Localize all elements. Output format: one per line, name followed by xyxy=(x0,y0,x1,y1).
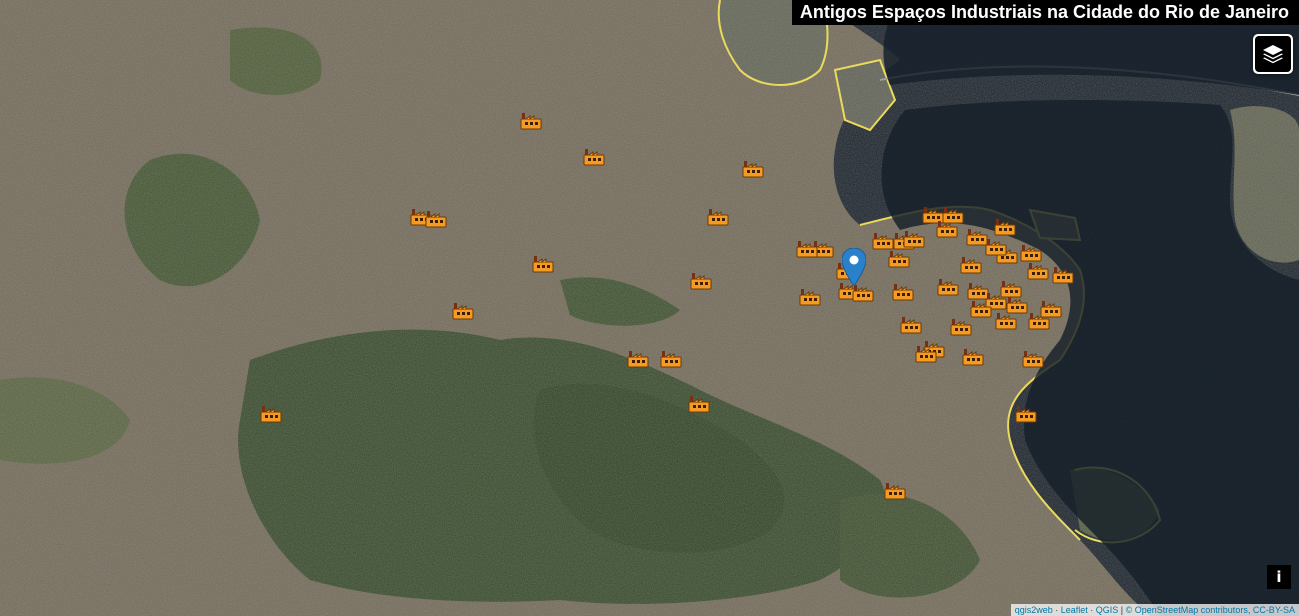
map-title: Antigos Espaços Industriais na Cidade do… xyxy=(791,0,1299,25)
factory-icon[interactable] xyxy=(583,148,605,166)
factory-icon[interactable] xyxy=(852,284,874,302)
satellite-basemap xyxy=(0,0,1299,616)
factory-icon[interactable] xyxy=(627,350,649,368)
factory-icon[interactable] xyxy=(985,238,1007,256)
factory-icon[interactable] xyxy=(1006,296,1028,314)
factory-icon[interactable] xyxy=(742,160,764,178)
map-pin-icon[interactable] xyxy=(841,247,867,287)
factory-icon[interactable] xyxy=(425,210,447,228)
qgis-link[interactable]: QGIS xyxy=(1096,605,1119,615)
factory-icon[interactable] xyxy=(260,405,282,423)
info-button[interactable]: i xyxy=(1267,565,1291,589)
layers-icon xyxy=(1263,45,1283,64)
factory-icon[interactable] xyxy=(452,302,474,320)
osm-link[interactable]: © OpenStreetMap contributors, CC-BY-SA xyxy=(1126,605,1295,615)
factory-icon[interactable] xyxy=(520,112,542,130)
factory-icon[interactable] xyxy=(872,232,894,250)
factory-icon[interactable] xyxy=(1022,350,1044,368)
attribution-sep: | xyxy=(1118,605,1126,615)
factory-icon[interactable] xyxy=(1015,405,1037,423)
factory-icon[interactable] xyxy=(707,208,729,226)
factory-icon[interactable] xyxy=(900,316,922,334)
factory-icon[interactable] xyxy=(970,300,992,318)
factory-icon[interactable] xyxy=(915,345,937,363)
factory-icon[interactable] xyxy=(884,482,906,500)
factory-icon[interactable] xyxy=(799,288,821,306)
qgis2web-link[interactable]: qgis2web xyxy=(1015,605,1053,615)
factory-icon[interactable] xyxy=(937,278,959,296)
factory-icon[interactable] xyxy=(1020,244,1042,262)
factory-icon[interactable] xyxy=(994,218,1016,236)
attribution-bar: qgis2web · Leaflet · QGIS | © OpenStreet… xyxy=(1010,604,1299,616)
factory-icon[interactable] xyxy=(903,230,925,248)
map-view[interactable] xyxy=(0,0,1299,616)
factory-icon[interactable] xyxy=(796,240,818,258)
attribution-sep: · xyxy=(1052,605,1061,615)
factory-icon[interactable] xyxy=(1040,300,1062,318)
factory-icon[interactable] xyxy=(1052,266,1074,284)
factory-icon[interactable] xyxy=(688,395,710,413)
factory-icon[interactable] xyxy=(660,350,682,368)
factory-icon[interactable] xyxy=(936,220,958,238)
attribution-sep: · xyxy=(1087,605,1096,615)
factory-icon[interactable] xyxy=(1027,262,1049,280)
leaflet-link[interactable]: Leaflet xyxy=(1061,605,1088,615)
factory-icon[interactable] xyxy=(690,272,712,290)
factory-icon[interactable] xyxy=(960,256,982,274)
factory-icon[interactable] xyxy=(532,255,554,273)
factory-icon[interactable] xyxy=(962,348,984,366)
factory-icon[interactable] xyxy=(995,312,1017,330)
factory-icon[interactable] xyxy=(888,250,910,268)
factory-icon[interactable] xyxy=(950,318,972,336)
layer-switcher-button[interactable] xyxy=(1253,34,1293,74)
factory-icon[interactable] xyxy=(892,283,914,301)
